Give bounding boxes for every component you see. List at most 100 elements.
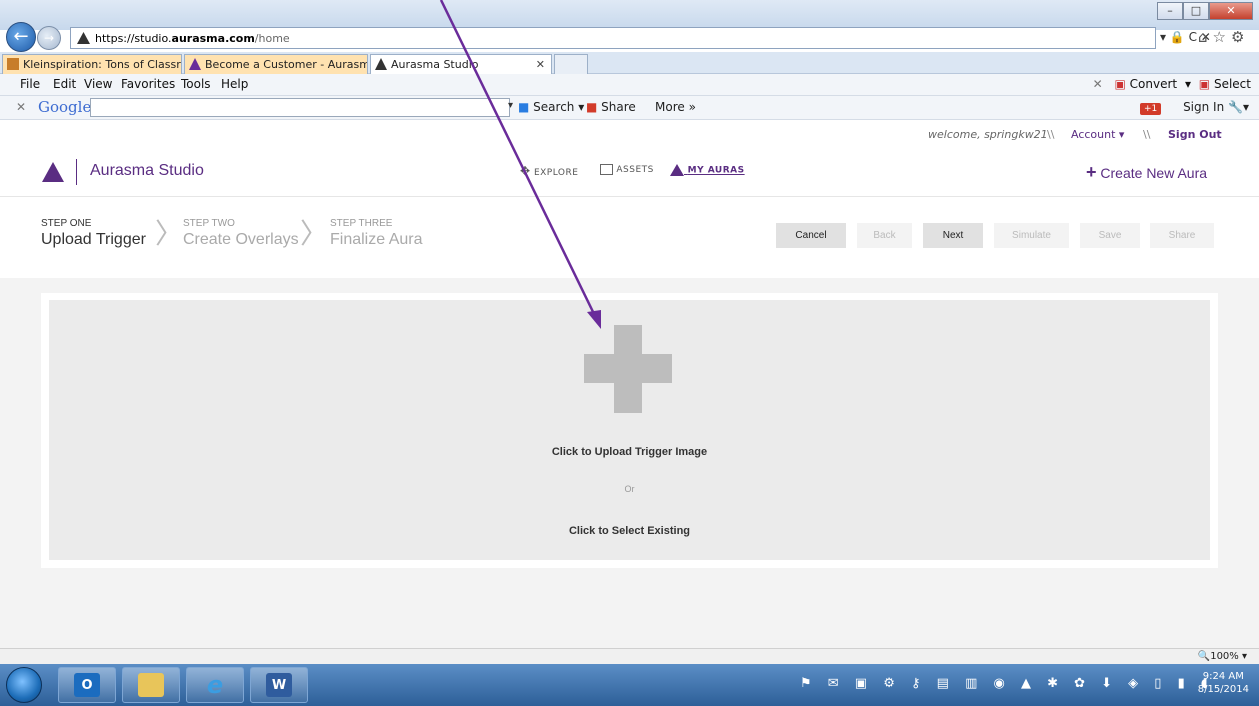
chevron-right-icon: 〉 [155,217,184,250]
close-toolbar-icon[interactable]: ✕ [1093,77,1103,91]
menu-bar: File Edit View Favorites Tools Help ✕ ▣ … [0,74,1259,96]
nav-my-auras[interactable]: MY AURAS [670,164,745,176]
outlook-icon: O [74,673,100,697]
account-menu[interactable]: Account ▾ [1071,128,1124,141]
share-label: Share [601,100,636,114]
sign-out-link[interactable]: Sign Out [1168,128,1222,141]
aurasma-logo-icon [670,164,684,176]
back-button[interactable]: ← [6,22,36,52]
url-host: https://studio. [95,31,172,45]
step-finalize-aura[interactable]: STEP THREE Finalize Aura [330,218,423,249]
share-icon: ■ [586,100,598,114]
share-aura-button[interactable]: Share [1150,223,1214,248]
pdf-toolbar: ✕ ▣ Convert ▾ ▣ Select [1092,77,1251,91]
menu-view[interactable]: View [84,77,112,91]
select-button[interactable]: Select [1214,77,1251,91]
gplus-button[interactable]: +1 [1139,103,1162,115]
zoom-icon: 🔍 [1197,651,1211,662]
kleinspiration-favicon-icon [7,58,19,70]
nav-explore[interactable]: ✥ EXPLORE [520,164,578,178]
create-new-aura-label: Create New Aura [1100,165,1208,181]
menu-edit[interactable]: Edit [53,77,76,91]
step-label: STEP TWO [183,218,235,229]
next-button[interactable]: Next [923,223,983,248]
start-button[interactable] [6,667,42,703]
share-button[interactable]: ■ Share [586,100,636,114]
google-search-input[interactable] [90,98,510,117]
clock-time: 9:24 AM [1202,671,1244,682]
google-search-button[interactable]: ■ Search ▾ [518,100,584,114]
taskbar-clock[interactable]: 9:24 AM 8/15/2014 [1198,670,1249,696]
zoom-level: 100% [1210,651,1239,662]
steps-bar: STEP ONE Upload Trigger 〉 STEP TWO Creat… [0,198,1259,276]
system-tray-icons[interactable]: ⚑ ✉ ▣ ⚙ ⚷ ▤ ▥ ◉ ▲ ✱ ✿ ⬇ ◈ ▯ ▮ ◖ [800,676,1214,691]
save-button[interactable]: Save [1080,223,1140,248]
step-name: Finalize Aura [330,231,423,248]
sign-in-link[interactable]: Sign In [1183,100,1224,114]
search-label: Search [533,100,575,114]
menu-file[interactable]: File [20,77,40,91]
address-bar[interactable]: https://studio. aurasma.com/home [70,27,1156,49]
step-name: Upload Trigger [41,231,146,248]
select-existing-link[interactable]: Click to Select Existing [0,525,1259,537]
taskbar-outlook[interactable]: O [58,667,116,703]
clock-date: 8/15/2014 [1197,684,1249,695]
wrench-icon[interactable]: 🔧▾ [1228,100,1249,114]
step-label: STEP THREE [330,218,393,229]
welcome-text: welcome, springkw21 [928,128,1048,141]
logo-divider [76,159,77,185]
explore-icon: ✥ [520,164,531,178]
close-window-button[interactable]: ✕ [1209,2,1253,20]
tab-aurasma-studio[interactable]: Aurasma Studio ✕ [370,54,552,74]
zoom-control[interactable]: 🔍100% ▾ [1198,651,1247,662]
tab-become-customer[interactable]: Become a Customer - Aurasma [184,54,368,74]
upload-trigger-link[interactable]: Click to Upload Trigger Image [0,446,1259,458]
taskbar-explorer[interactable] [122,667,180,703]
or-text: Or [624,484,635,494]
tab-label: Become a Customer - Aurasma [205,58,368,71]
step-create-overlays[interactable]: STEP TWO Create Overlays [183,218,299,249]
step-upload-trigger[interactable]: STEP ONE Upload Trigger [41,218,146,249]
nav-label: EXPLORE [533,168,579,178]
menu-favorites[interactable]: Favorites [121,77,175,91]
convert-button[interactable]: Convert [1130,77,1177,91]
select-icon: ▣ [1198,77,1211,91]
chevron-down-icon[interactable]: ▾ [508,100,513,111]
cancel-button[interactable]: Cancel [776,223,846,248]
upload-plus-icon-bar[interactable] [584,354,672,383]
url-domain: aurasma.com [171,31,255,45]
nav-label: ASSETS [616,165,654,175]
google-toolbar-right: +1 Sign In 🔧▾ [1139,100,1249,115]
forward-button[interactable]: → [37,26,61,50]
google-logo: Google [38,98,92,116]
separator: \\ [1047,128,1055,141]
minimize-button[interactable]: – [1157,2,1183,20]
status-bar: 🔍100% ▾ [0,648,1259,664]
ie-icon: e [206,671,224,699]
create-new-aura-button[interactable]: + Create New Aura [1086,162,1207,183]
aurasma-favicon-icon [189,58,201,70]
tab-kleinspiration[interactable]: Kleinspiration: Tons of Classro... [2,54,182,74]
back-button-step[interactable]: Back [857,223,912,248]
taskbar-word[interactable]: W [250,667,308,703]
maximize-button[interactable]: □ [1183,2,1209,20]
windows-taskbar: O e W ⚑ ✉ ▣ ⚙ ⚷ ▤ ▥ ◉ ▲ ✱ ✿ ⬇ ◈ ▯ ▮ ◖ 9:… [0,664,1259,706]
simulate-button[interactable]: Simulate [994,223,1069,248]
separator: \\ [1143,128,1151,141]
close-google-toolbar-icon[interactable]: ✕ [16,100,26,114]
menu-tools[interactable]: Tools [181,77,211,91]
tab-label: Aurasma Studio [391,58,479,71]
close-tab-icon[interactable]: ✕ [536,55,545,74]
new-tab-button[interactable] [554,54,588,74]
more-button[interactable]: More » [655,100,696,114]
assets-icon [600,164,613,175]
site-header: Aurasma Studio ✥ EXPLORE ASSETS MY AURAS… [0,145,1259,197]
nav-assets[interactable]: ASSETS [600,164,654,175]
tab-label: Kleinspiration: Tons of Classro... [23,58,182,71]
menu-help[interactable]: Help [221,77,248,91]
site-title[interactable]: Aurasma Studio [90,162,204,180]
aurasma-logo-icon[interactable] [42,162,64,182]
welcome-bar: welcome, springkw21 \\ Account ▾ \\ Sign… [0,128,1259,144]
home-favorites-settings-icons[interactable]: ⌂☆⚙ [1198,28,1249,46]
taskbar-ie[interactable]: e [186,667,244,703]
